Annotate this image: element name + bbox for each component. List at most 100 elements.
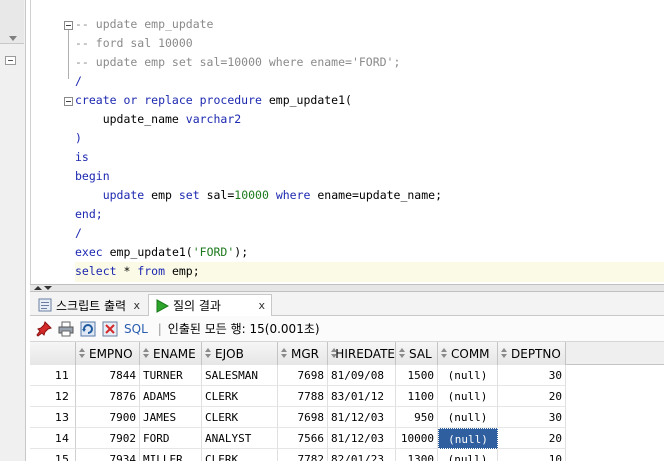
table-cell-ejob[interactable]: CLERK <box>202 386 278 407</box>
table-cell-ejob[interactable]: CLERK <box>202 449 278 461</box>
table-cell-ename[interactable]: ADAMS <box>140 386 202 407</box>
sort-icon[interactable] <box>501 348 508 359</box>
column-header-hiredate[interactable]: HIREDATE <box>328 342 396 365</box>
table-cell-hiredate[interactable]: 81/12/03 <box>328 428 396 449</box>
sort-icon[interactable] <box>399 348 406 359</box>
table-row[interactable]: 11 7844 TURNER SALESMAN 7698 81/09/08 1500 (nul… <box>30 365 664 386</box>
code-token: 10000 <box>234 188 269 202</box>
table-cell-comm[interactable]: (null) <box>438 386 498 407</box>
sort-icon[interactable] <box>143 348 150 359</box>
cancel-fetch-icon[interactable] <box>102 321 118 337</box>
table-cell-empno[interactable]: 7876 <box>76 386 140 407</box>
left-panel-scrollbar[interactable] <box>0 0 24 44</box>
code-token: update_name <box>75 112 186 126</box>
column-header-deptno[interactable]: DEPTNO <box>498 342 566 365</box>
table-cell-comm[interactable]: (null) <box>438 365 498 386</box>
close-icon[interactable]: x <box>133 299 140 312</box>
table-cell-deptno[interactable]: 20 <box>498 428 566 449</box>
table-cell-deptno[interactable]: 30 <box>498 407 566 428</box>
print-icon[interactable] <box>58 321 74 337</box>
code-line[interactable]: -- update emp set sal=10000 where ename=… <box>75 53 400 72</box>
code-line[interactable]: end; <box>75 205 103 224</box>
column-header-empno[interactable]: EMPNO <box>76 342 140 365</box>
code-line[interactable]: is <box>75 148 89 167</box>
sql-link[interactable]: SQL <box>124 322 148 336</box>
table-cell-sal[interactable]: 10000 <box>396 428 438 449</box>
code-token: -- update emp set sal=10000 where ename=… <box>75 55 401 69</box>
code-line[interactable]: update_name varchar2 <box>75 110 241 129</box>
sort-icon[interactable] <box>281 348 288 359</box>
fold-collapse-icon[interactable] <box>64 21 73 30</box>
table-cell-mgr[interactable]: 7788 <box>278 386 328 407</box>
close-icon[interactable]: x <box>258 299 265 312</box>
column-header-ejob[interactable]: EJOB <box>202 342 278 365</box>
expand-down-icon[interactable] <box>44 286 52 290</box>
column-header-sal[interactable]: SAL <box>396 342 438 365</box>
table-row[interactable]: 14 7902 FORD ANALYST 7566 81/12/03 10000 (null)… <box>30 428 664 449</box>
code-area[interactable]: -- update emp_update -- ford sal 10000 -- … <box>75 0 664 284</box>
collapse-icon[interactable] <box>5 56 16 65</box>
table-cell-sal[interactable]: 1300 <box>396 449 438 461</box>
table-cell-mgr[interactable]: 7566 <box>278 428 328 449</box>
sort-icon[interactable] <box>205 348 212 359</box>
column-header-mgr[interactable]: MGR <box>278 342 328 365</box>
column-header-comm[interactable]: COMM <box>438 342 498 365</box>
table-cell-empno[interactable]: 7844 <box>76 365 140 386</box>
pin-icon[interactable] <box>36 320 52 337</box>
code-line[interactable]: / <box>75 224 82 243</box>
code-line[interactable]: update emp set sal=10000 where ename=upd… <box>75 186 442 205</box>
table-cell-hiredate[interactable]: 81/12/03 <box>328 407 396 428</box>
expand-up-icon[interactable] <box>34 286 42 290</box>
sort-icon[interactable] <box>441 348 448 359</box>
table-cell-mgr[interactable]: 7782 <box>278 449 328 461</box>
column-header-label: EMPNO <box>89 346 133 361</box>
table-cell-hiredate[interactable]: 81/09/08 <box>328 365 396 386</box>
table-cell-empno[interactable]: 7902 <box>76 428 140 449</box>
panel-splitter[interactable] <box>30 284 664 292</box>
fold-collapse-icon[interactable] <box>64 97 73 106</box>
table-cell-ejob[interactable]: ANALYST <box>202 428 278 449</box>
table-row[interactable]: 13 7900 JAMES CLERK 7698 81/12/03 950 (null) 30 <box>30 407 664 428</box>
table-cell-sal[interactable]: 950 <box>396 407 438 428</box>
table-cell-ename[interactable]: MILLER <box>140 449 202 461</box>
table-cell-deptno[interactable]: 10 <box>498 449 566 461</box>
table-cell-mgr[interactable]: 7698 <box>278 407 328 428</box>
table-cell-hiredate[interactable]: 82/01/23 <box>328 449 396 461</box>
code-line[interactable]: -- update emp_update <box>75 15 213 34</box>
code-line[interactable]: exec emp_update1('FORD'); <box>75 243 248 262</box>
table-cell-ename[interactable]: TURNER <box>140 365 202 386</box>
code-token: 'FORD' <box>192 245 235 259</box>
tab-query-result[interactable]: 질의 결과 x <box>148 294 272 316</box>
table-row[interactable]: 12 7876 ADAMS CLERK 7788 83/01/12 1100 (null) 20 <box>30 386 664 407</box>
table-cell-mgr[interactable]: 7698 <box>278 365 328 386</box>
table-cell-empno[interactable]: 7934 <box>76 449 140 461</box>
table-cell-comm[interactable]: (null) <box>438 449 498 461</box>
table-cell-ejob[interactable]: SALESMAN <box>202 365 278 386</box>
result-grid[interactable]: EMPNO ENAME EJOB MGR HIREDATE SAL COMM DEPTNO 1… <box>30 342 664 461</box>
table-cell-ename[interactable]: JAMES <box>140 407 202 428</box>
sort-icon[interactable] <box>331 348 339 359</box>
table-cell-hiredate[interactable]: 83/01/12 <box>328 386 396 407</box>
refresh-icon[interactable] <box>80 321 96 337</box>
code-line[interactable]: ) <box>75 129 82 148</box>
table-cell-ename[interactable]: FORD <box>140 428 202 449</box>
sort-icon[interactable] <box>79 348 86 359</box>
code-line[interactable]: create or replace procedure emp_update1( <box>75 91 352 110</box>
code-line[interactable]: -- ford sal 10000 <box>75 34 193 53</box>
table-cell-deptno[interactable]: 20 <box>498 386 566 407</box>
tab-script-output[interactable]: 스크립트 출력 x <box>32 294 146 316</box>
table-row[interactable]: 15 7934 MILLER CLERK 7782 82/01/23 1300 (null) 1… <box>30 449 664 461</box>
code-line[interactable]: begin <box>75 167 110 186</box>
code-line[interactable]: select * from emp; <box>75 262 200 281</box>
table-cell-ejob[interactable]: CLERK <box>202 407 278 428</box>
table-cell-sal[interactable]: 1100 <box>396 386 438 407</box>
scroll-down-arrow-icon[interactable] <box>9 36 17 41</box>
table-cell-empno[interactable]: 7900 <box>76 407 140 428</box>
code-line[interactable]: / <box>75 72 82 91</box>
table-cell-comm[interactable]: (null) <box>438 428 498 449</box>
column-header-ename[interactable]: ENAME <box>140 342 202 365</box>
table-cell-deptno[interactable]: 30 <box>498 365 566 386</box>
sql-editor[interactable]: -- update emp_update -- ford sal 10000 -- … <box>30 0 664 284</box>
table-cell-comm[interactable]: (null) <box>438 407 498 428</box>
table-cell-sal[interactable]: 1500 <box>396 365 438 386</box>
